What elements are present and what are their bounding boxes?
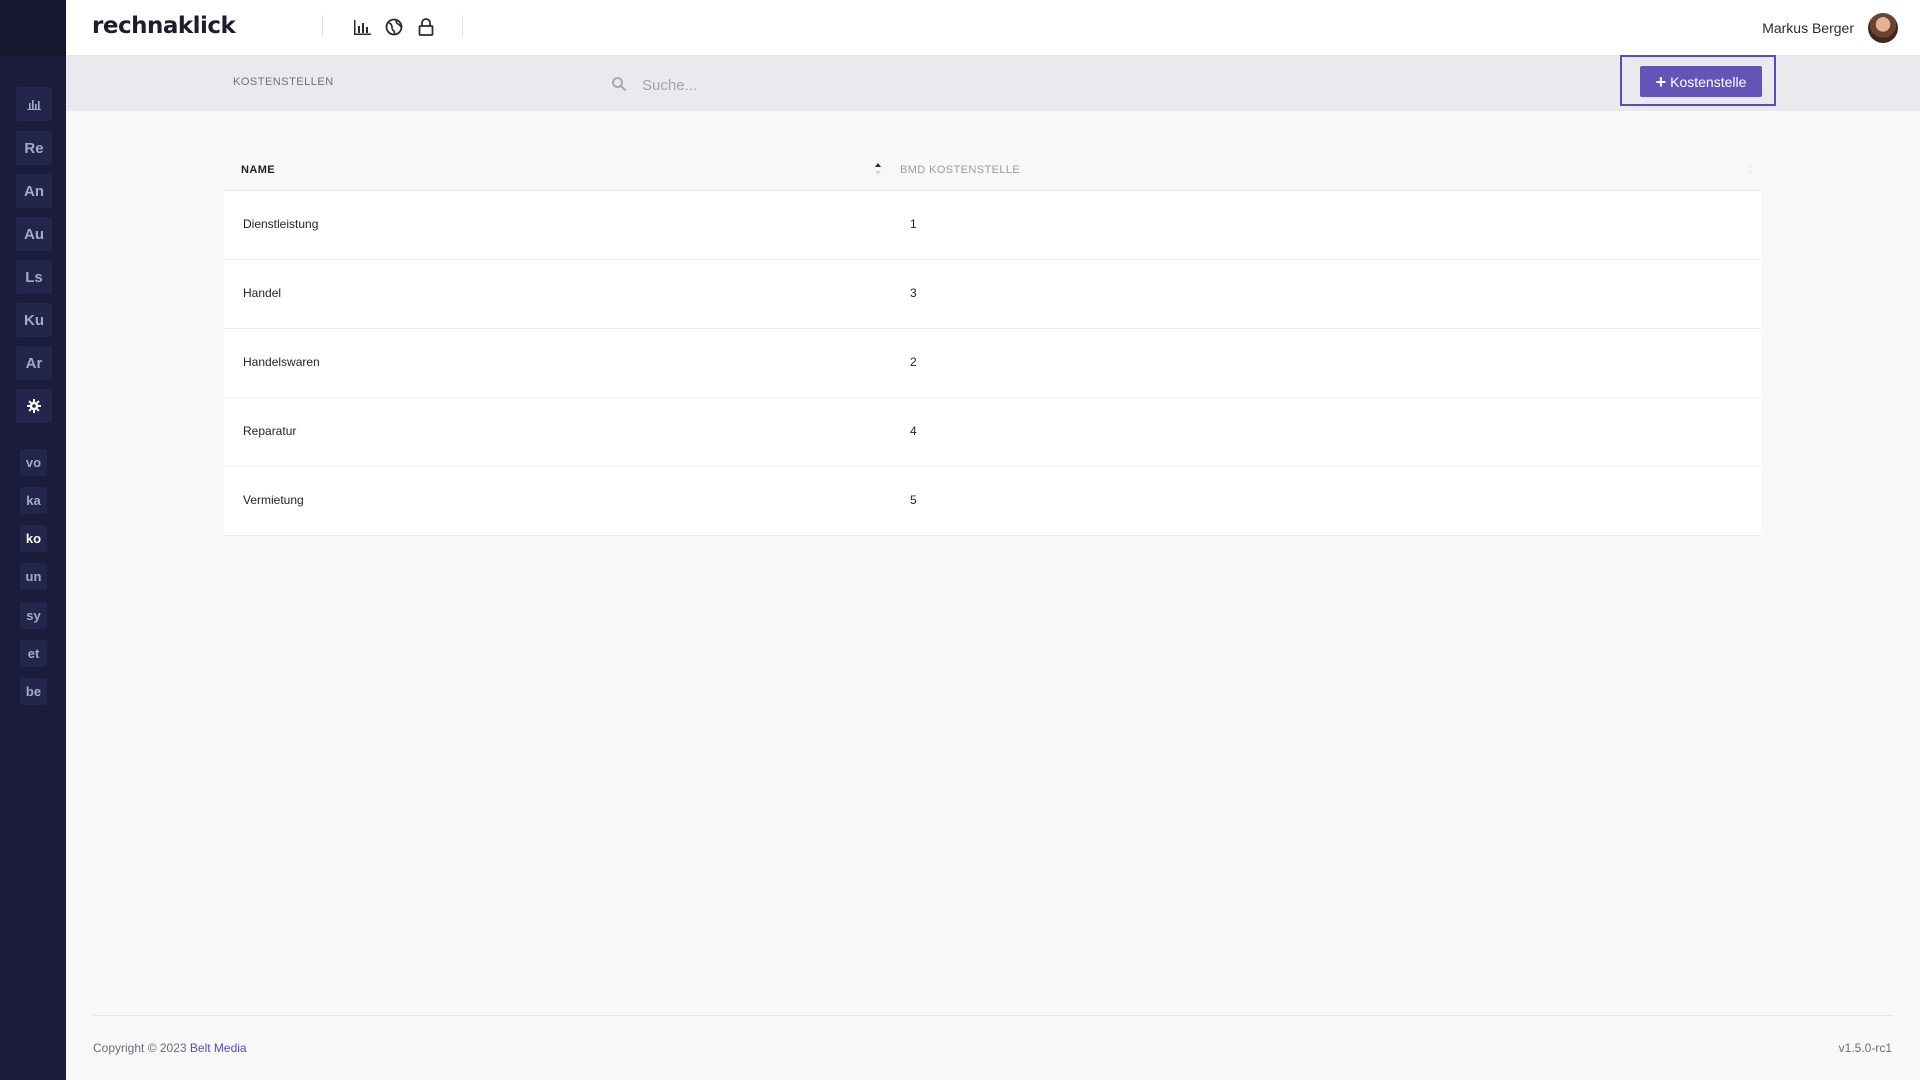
sidebar-top bbox=[0, 0, 66, 56]
table-header: NAME BMD KOSTENSTELLE bbox=[224, 152, 1761, 191]
sidebar-item-settings[interactable] bbox=[16, 389, 52, 423]
copyright-text: Copyright © 2023 bbox=[93, 1041, 187, 1055]
search-icon bbox=[612, 77, 627, 92]
sidebar-subitem-ka[interactable]: ka bbox=[20, 487, 47, 514]
sidebar-item-re[interactable]: Re bbox=[16, 131, 52, 165]
cell-bmd: 3 bbox=[910, 286, 917, 300]
sidebar-subitem-be[interactable]: be bbox=[20, 678, 47, 705]
lock-icon bbox=[418, 18, 434, 36]
kostenstellen-table: NAME BMD KOSTENSTELLE Dienstleistung 1 H… bbox=[224, 152, 1761, 536]
cell-name: Dienstleistung bbox=[243, 217, 319, 231]
cell-name: Handelswaren bbox=[243, 355, 320, 369]
left-sidebar: Re An Au Ls Ku Ar vo ka ko un sy et be bbox=[0, 0, 66, 1080]
cell-bmd: 4 bbox=[910, 424, 917, 438]
copyright: Copyright © 2023 Belt Media bbox=[93, 1041, 247, 1055]
version-label: v1.5.0-rc1 bbox=[1838, 1041, 1892, 1055]
table-row[interactable]: Handel 3 bbox=[224, 260, 1761, 329]
sidebar-subitem-et[interactable]: et bbox=[20, 640, 47, 667]
bar-chart-icon bbox=[27, 100, 41, 110]
sidebar-item-ls[interactable]: Ls bbox=[16, 260, 52, 294]
globe-icon bbox=[385, 18, 403, 36]
top-header: rechnaklick Markus Berger bbox=[66, 0, 1920, 56]
sort-ascending-icon[interactable] bbox=[874, 162, 882, 176]
sidebar-item-dashboard[interactable] bbox=[16, 87, 52, 121]
sidebar-item-au[interactable]: Au bbox=[16, 217, 52, 251]
table-row[interactable]: Vermietung 5 bbox=[224, 467, 1761, 536]
app-logo[interactable]: rechnaklick bbox=[92, 13, 236, 39]
cell-name: Reparatur bbox=[243, 424, 297, 438]
add-button-label: Kostenstelle bbox=[1670, 73, 1747, 90]
column-header-name[interactable]: NAME bbox=[241, 164, 275, 176]
add-kostenstelle-button[interactable]: + Kostenstelle bbox=[1640, 66, 1762, 97]
sidebar-subitem-un[interactable]: un bbox=[20, 563, 47, 590]
user-name[interactable]: Markus Berger bbox=[1762, 20, 1854, 36]
sidebar-subitem-ko[interactable]: ko bbox=[20, 525, 47, 552]
header-lock-button[interactable] bbox=[416, 17, 436, 37]
cell-name: Vermietung bbox=[243, 493, 304, 507]
header-globe-button[interactable] bbox=[384, 17, 404, 37]
sidebar-item-an[interactable]: An bbox=[16, 174, 52, 208]
bar-chart-icon bbox=[353, 19, 371, 35]
cell-bmd: 1 bbox=[910, 217, 917, 231]
search-input[interactable] bbox=[640, 69, 1144, 101]
column-header-bmd-kostenstelle[interactable]: BMD KOSTENSTELLE bbox=[900, 164, 1020, 176]
cell-bmd: 5 bbox=[910, 493, 917, 507]
cell-name: Handel bbox=[243, 286, 282, 300]
avatar[interactable] bbox=[1868, 13, 1898, 43]
footer-divider bbox=[93, 1015, 1893, 1016]
sidebar-subitem-vo[interactable]: vo bbox=[20, 449, 47, 476]
plus-icon: + bbox=[1655, 71, 1667, 92]
sort-icon[interactable] bbox=[1746, 162, 1754, 176]
sidebar-item-ku[interactable]: Ku bbox=[16, 303, 52, 337]
table-row[interactable]: Dienstleistung 1 bbox=[224, 191, 1761, 260]
company-link[interactable]: Belt Media bbox=[190, 1041, 247, 1055]
table-row[interactable]: Reparatur 4 bbox=[224, 398, 1761, 467]
header-divider bbox=[322, 15, 323, 37]
table-row[interactable]: Handelswaren 2 bbox=[224, 329, 1761, 398]
page-title: KOSTENSTELLEN bbox=[233, 76, 334, 88]
sidebar-item-ar[interactable]: Ar bbox=[16, 346, 52, 380]
cell-bmd: 2 bbox=[910, 355, 917, 369]
gear-icon bbox=[27, 399, 41, 413]
header-stats-button[interactable] bbox=[352, 17, 372, 37]
header-divider bbox=[462, 15, 463, 37]
sidebar-subitem-sy[interactable]: sy bbox=[20, 602, 47, 629]
